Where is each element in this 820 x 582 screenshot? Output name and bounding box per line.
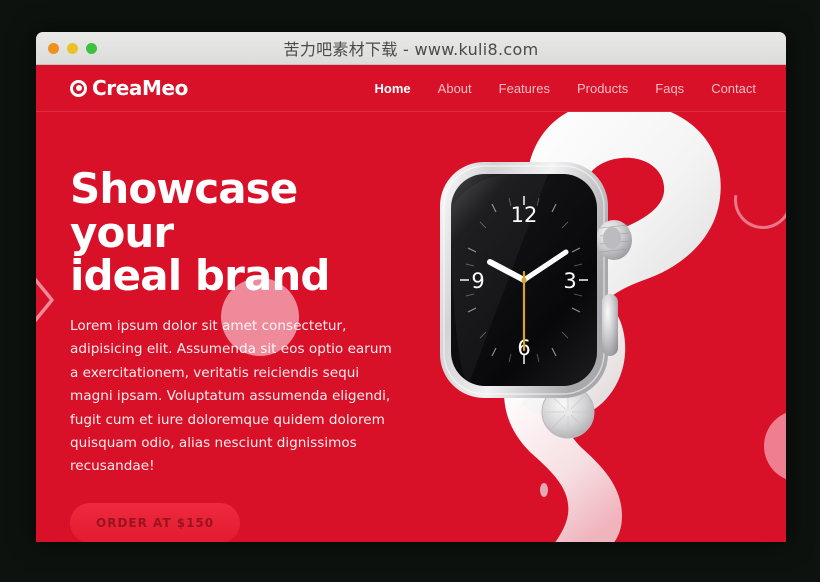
slider-prev-button[interactable] xyxy=(36,272,56,333)
nav-item-products[interactable]: Products xyxy=(577,81,628,96)
window-titlebar: 苦力吧素材下载 - www.kuli8.com xyxy=(36,32,786,65)
hero-section: 12 3 6 9 Showc xyxy=(36,112,786,542)
hero-content: Showcase your ideal brand Lorem ipsum do… xyxy=(70,167,400,542)
product-image-apple-watch: 12 3 6 9 xyxy=(408,112,758,542)
nav-item-faqs[interactable]: Faqs xyxy=(655,81,684,96)
chevron-left-icon xyxy=(36,277,54,323)
hero-paragraph: Lorem ipsum dolor sit amet consectetur, … xyxy=(70,318,392,475)
hero-title-line-2: ideal brand xyxy=(70,251,330,301)
watch-numeral-3: 3 xyxy=(563,269,576,293)
page-viewport: CreaMeo Home About Features Products Faq… xyxy=(36,65,786,542)
order-button[interactable]: ORDER AT $150 xyxy=(70,502,241,542)
hero-title: Showcase your ideal brand xyxy=(70,167,400,298)
maximize-window-button[interactable] xyxy=(86,42,97,54)
hero-title-line-1: Showcase your xyxy=(70,164,298,257)
nav-links: Home About Features Products Faqs Contac… xyxy=(375,81,756,96)
browser-window: 苦力吧素材下载 - www.kuli8.com CreaMeo Home Abo… xyxy=(36,32,786,542)
site-navbar: CreaMeo Home About Features Products Faq… xyxy=(36,65,786,112)
window-controls xyxy=(48,42,97,54)
brand-logo[interactable]: CreaMeo xyxy=(70,76,188,100)
window-title: 苦力吧素材下载 - www.kuli8.com xyxy=(283,40,539,59)
nav-item-about[interactable]: About xyxy=(438,81,472,96)
close-window-button[interactable] xyxy=(48,42,59,54)
brand-name: CreaMeo xyxy=(92,76,189,100)
nav-item-features[interactable]: Features xyxy=(499,81,550,96)
nav-item-contact[interactable]: Contact xyxy=(711,81,756,96)
target-icon xyxy=(70,79,87,97)
nav-item-home[interactable]: Home xyxy=(375,81,411,96)
minimize-window-button[interactable] xyxy=(67,42,78,54)
